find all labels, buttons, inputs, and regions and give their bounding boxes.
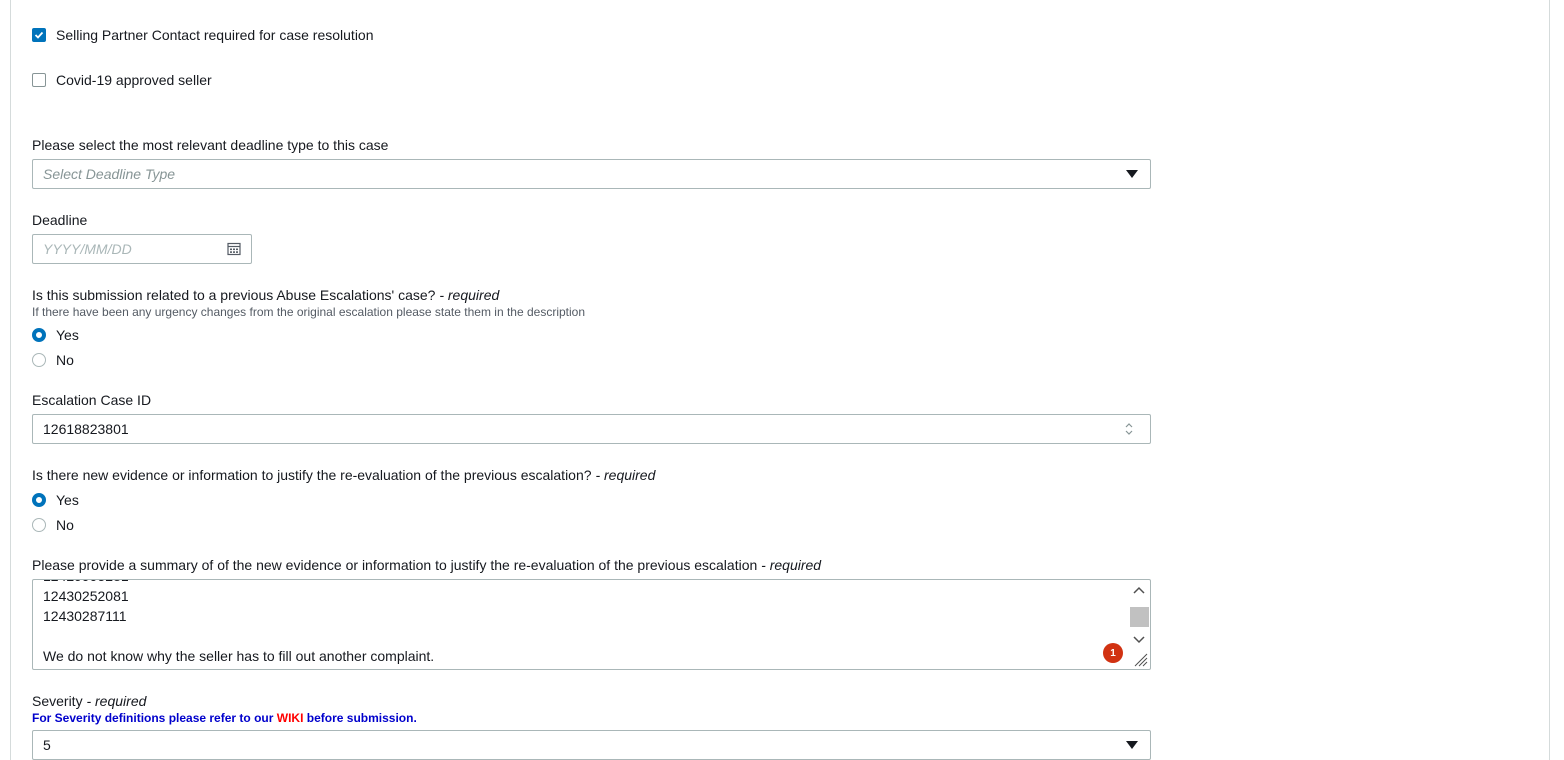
- deadline-type-label: Please select the most relevant deadline…: [32, 137, 389, 153]
- deadline-date-input[interactable]: YYYY/MM/DD: [32, 234, 252, 264]
- radio-previous-case-no[interactable]: [32, 353, 46, 367]
- required-marker: - required: [86, 693, 147, 709]
- checkbox-covid-approved-seller[interactable]: [32, 73, 46, 87]
- checkbox-selling-partner-contact[interactable]: [32, 28, 46, 42]
- caret-down-icon: [1126, 741, 1138, 749]
- checkbox-label-selling-partner: Selling Partner Contact required for cas…: [56, 27, 374, 43]
- checkbox-row-covid[interactable]: Covid-19 approved seller: [32, 72, 212, 88]
- checkbox-row-selling-partner[interactable]: Selling Partner Contact required for cas…: [32, 27, 374, 43]
- previous-case-question: Is this submission related to a previous…: [32, 287, 499, 303]
- radio-label-yes: Yes: [56, 327, 79, 343]
- deadline-type-select[interactable]: Select Deadline Type: [32, 159, 1151, 189]
- summary-label: Please provide a summary of of the new e…: [32, 557, 758, 573]
- spinner-arrows-icon[interactable]: [1124, 421, 1134, 437]
- escalation-case-id-value: 12618823801: [43, 421, 129, 437]
- panel-border-left: [10, 0, 11, 760]
- severity-select[interactable]: 5: [32, 730, 1151, 760]
- calendar-icon[interactable]: [227, 242, 241, 256]
- caret-down-icon: [1126, 170, 1138, 178]
- radio-new-evidence-yes[interactable]: [32, 493, 46, 507]
- notification-badge: 1: [1103, 643, 1123, 663]
- escalation-case-id-label: Escalation Case ID: [32, 392, 152, 408]
- radio-new-evidence-no-row[interactable]: No: [32, 517, 74, 533]
- resize-handle-icon[interactable]: [1132, 651, 1148, 667]
- escalation-case-id-input[interactable]: 12618823801: [32, 414, 1151, 444]
- scrollbar-thumb[interactable]: [1130, 607, 1149, 627]
- radio-label-no: No: [56, 352, 74, 368]
- textarea-scrollbar[interactable]: [1129, 581, 1149, 651]
- panel-border-right: [1549, 0, 1550, 760]
- number-spinner[interactable]: [1122, 420, 1136, 438]
- scroll-down-icon[interactable]: [1129, 629, 1149, 649]
- summary-text: 12429995281 12430252081 12430287111 We d…: [43, 580, 435, 666]
- new-evidence-question: Is there new evidence or information to …: [32, 467, 655, 483]
- radio-label-no: No: [56, 517, 74, 533]
- deadline-placeholder: YYYY/MM/DD: [43, 241, 132, 257]
- scroll-up-icon[interactable]: [1129, 581, 1149, 601]
- radio-new-evidence-no[interactable]: [32, 518, 46, 532]
- wiki-note-before: For Severity definitions please refer to…: [32, 711, 274, 725]
- severity-wiki-note: For Severity definitions please refer to…: [32, 711, 417, 725]
- checkbox-label-covid: Covid-19 approved seller: [56, 72, 212, 88]
- required-marker: - required: [761, 557, 822, 573]
- required-marker: - required: [439, 287, 500, 303]
- summary-textarea[interactable]: 12429995281 12430252081 12430287111 We d…: [32, 579, 1151, 670]
- new-evidence-label: Is there new evidence or information to …: [32, 467, 592, 483]
- deadline-label: Deadline: [32, 212, 88, 228]
- severity-question: Severity - required: [32, 693, 146, 709]
- radio-new-evidence-yes-row[interactable]: Yes: [32, 492, 79, 508]
- summary-question: Please provide a summary of of the new e…: [32, 557, 821, 573]
- previous-case-label: Is this submission related to a previous…: [32, 287, 436, 303]
- severity-label: Severity: [32, 693, 83, 709]
- radio-previous-case-no-row[interactable]: No: [32, 352, 74, 368]
- previous-case-hint: If there have been any urgency changes f…: [32, 305, 586, 319]
- summary-line: 12430287111: [43, 608, 127, 624]
- summary-line: 12430252081: [43, 588, 129, 604]
- deadline-type-placeholder: Select Deadline Type: [43, 166, 176, 182]
- wiki-link[interactable]: WIKI: [277, 711, 304, 725]
- severity-value: 5: [43, 737, 51, 753]
- summary-line: We do not know why the seller has to fil…: [43, 648, 435, 664]
- radio-label-yes: Yes: [56, 492, 79, 508]
- wiki-note-after: before submission.: [306, 711, 417, 725]
- summary-line: [43, 626, 434, 646]
- checkmark-icon: [34, 31, 44, 39]
- radio-previous-case-yes-row[interactable]: Yes: [32, 327, 79, 343]
- required-marker: - required: [595, 467, 656, 483]
- summary-line: 12429995281: [43, 580, 434, 586]
- radio-previous-case-yes[interactable]: [32, 328, 46, 342]
